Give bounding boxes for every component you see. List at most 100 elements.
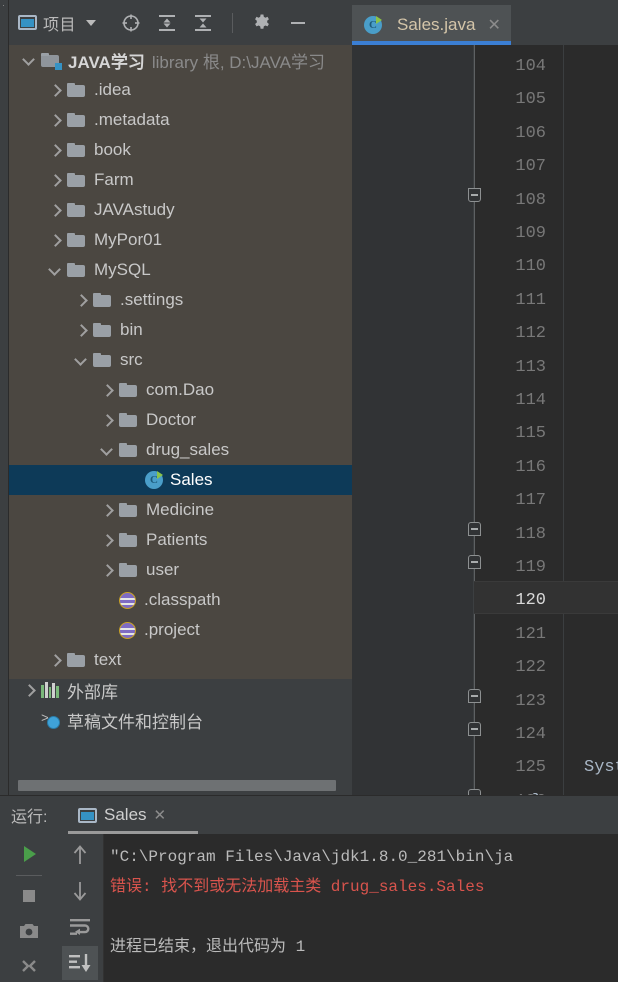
select-opened-file-icon[interactable]	[120, 12, 142, 34]
tree-row-label: Doctor	[146, 410, 197, 429]
tree-horizontal-scrollbar[interactable]	[18, 780, 348, 791]
console-line-2	[110, 902, 618, 932]
left-strip-glyph: ·	[0, 4, 9, 7]
tree-row-label: .project	[144, 620, 200, 639]
tree-row--metadata[interactable]: .metadata	[9, 105, 352, 135]
chevron-right-icon[interactable]	[101, 415, 112, 426]
tree-row--project[interactable]: .project	[9, 615, 352, 645]
tree-row-sublabel: library 根, D:\JAVA学习	[151, 52, 325, 72]
tree-row-text[interactable]: text	[9, 645, 352, 675]
tree-row-label: JAVAstudy	[94, 200, 175, 219]
tree-row--settings[interactable]: .settings	[9, 285, 352, 315]
close-icon[interactable]: ✕	[154, 806, 167, 824]
tree-row--classpath[interactable]: .classpath	[9, 585, 352, 615]
console-output[interactable]: "C:\Program Files\Java\jdk1.8.0_281\bin\…	[104, 834, 618, 982]
tree-row-label: Patients	[146, 530, 208, 549]
run-left-toolbar	[0, 834, 57, 982]
left-tool-strip[interactable]: ·	[0, 0, 9, 795]
project-title-button[interactable]: 项目	[18, 11, 97, 35]
run-tab-label: Sales	[104, 805, 147, 824]
tree-row-mysql[interactable]: MySQL	[9, 255, 352, 285]
chevron-right-icon[interactable]	[49, 235, 60, 246]
toolbar-divider	[232, 12, 234, 33]
tree-row-root[interactable]: JAVA学习 library 根, D:\JAVA学习	[9, 45, 352, 75]
tree-row-drug_sales[interactable]: drug_sales	[9, 435, 352, 465]
xml-file-icon	[119, 591, 136, 609]
editor-tab-sales-java[interactable]: Sales.java ✕	[352, 5, 511, 45]
scrollbar-thumb[interactable]	[18, 780, 336, 791]
code-canvas[interactable]: 104 105 106 107 108 109 110 111 112 113 114 115 116 1…	[352, 45, 618, 795]
chevron-right-icon[interactable]	[75, 325, 86, 336]
chevron-right-icon[interactable]	[49, 85, 60, 96]
expand-all-icon[interactable]	[156, 12, 178, 34]
scroll-to-end-icon[interactable]	[62, 946, 98, 980]
chevron-right-icon[interactable]	[49, 175, 60, 186]
folder-icon	[67, 232, 86, 248]
tree-row-javastudy[interactable]: JAVAstudy	[9, 195, 352, 225]
run-mid-toolbar	[57, 834, 104, 982]
tree-row-sales[interactable]: Sales	[9, 465, 352, 495]
chevron-down-icon[interactable]	[86, 19, 97, 26]
chevron-right-icon[interactable]	[101, 535, 112, 546]
chevron-right-icon[interactable]	[49, 145, 60, 156]
chevron-right-icon[interactable]	[49, 115, 60, 126]
tree-row-com-dao[interactable]: com.Dao	[9, 375, 352, 405]
stop-icon[interactable]	[11, 880, 47, 911]
soft-wrap-icon[interactable]	[62, 910, 98, 944]
tree-row-label: user	[146, 560, 180, 579]
tree-row-mypor01[interactable]: MyPor01	[9, 225, 352, 255]
tree-row-src[interactable]: src	[9, 345, 352, 375]
folder-icon	[67, 652, 86, 668]
hide-panel-icon[interactable]	[287, 12, 309, 34]
tree-row-label: src	[120, 350, 143, 369]
play-icon[interactable]	[11, 839, 47, 870]
chevron-right-icon[interactable]	[101, 565, 112, 576]
tree-row-book[interactable]: book	[9, 135, 352, 165]
chevron-right-icon[interactable]	[49, 655, 60, 666]
collapse-all-icon[interactable]	[192, 12, 214, 34]
settings-gear-icon[interactable]	[251, 12, 273, 34]
editor-tab-bar: Sales.java ✕	[352, 0, 618, 45]
chevron-down-icon[interactable]	[101, 445, 112, 456]
run-tab-sales[interactable]: Sales ✕	[68, 796, 176, 834]
tree-row--idea[interactable]: .idea	[9, 75, 352, 105]
tree-row-bin[interactable]: bin	[9, 315, 352, 345]
java-class-icon	[145, 471, 163, 489]
chevron-right-icon[interactable]	[75, 295, 86, 306]
xml-file-icon	[119, 621, 136, 639]
scratches-consoles-icon	[41, 711, 60, 729]
tree-row-label: JAVA学习	[68, 52, 145, 72]
editor-area: Sales.java ✕ 104105106107108109110111112…	[352, 0, 618, 795]
tree-row-label: Sales	[170, 470, 213, 489]
project-panel-title: 项目	[43, 16, 77, 34]
close-icon[interactable]: ✕	[487, 15, 500, 35]
chevron-right-icon[interactable]	[101, 385, 112, 396]
folder-icon	[93, 352, 112, 368]
folder-icon	[67, 82, 86, 98]
chevron-right-icon[interactable]	[23, 685, 34, 696]
tree-row-farm[interactable]: Farm	[9, 165, 352, 195]
tree-row-user[interactable]: user	[9, 555, 352, 585]
chevron-right-icon[interactable]	[49, 205, 60, 216]
chevron-down-icon[interactable]	[23, 55, 34, 66]
tree-row-doctor[interactable]: Doctor	[9, 405, 352, 435]
arrow-down-icon[interactable]	[62, 874, 98, 908]
camera-icon[interactable]	[11, 916, 47, 947]
tree-row-medicine[interactable]: Medicine	[9, 495, 352, 525]
project-window-icon	[18, 15, 37, 30]
folder-icon	[93, 322, 112, 338]
arrow-up-icon[interactable]	[62, 838, 98, 872]
tree-row-label: 外部库	[67, 682, 118, 702]
tree-row-外部库[interactable]: 外部库	[9, 675, 352, 705]
chevron-down-icon[interactable]	[49, 265, 60, 276]
chevron-right-icon[interactable]	[101, 505, 112, 516]
tree-row-label: Medicine	[146, 500, 215, 519]
tree-row-label: text	[94, 650, 122, 669]
tree-row-草稿文件和控制台[interactable]: 草稿文件和控制台	[9, 705, 352, 735]
chevron-down-icon[interactable]	[75, 355, 86, 366]
tree-row-patients[interactable]: Patients	[9, 525, 352, 555]
pin-icon[interactable]	[11, 952, 47, 982]
run-header: 运行: Sales ✕	[0, 796, 618, 834]
project-tree[interactable]: JAVA学习 library 根, D:\JAVA学习 .idea .metadata…	[9, 45, 352, 767]
